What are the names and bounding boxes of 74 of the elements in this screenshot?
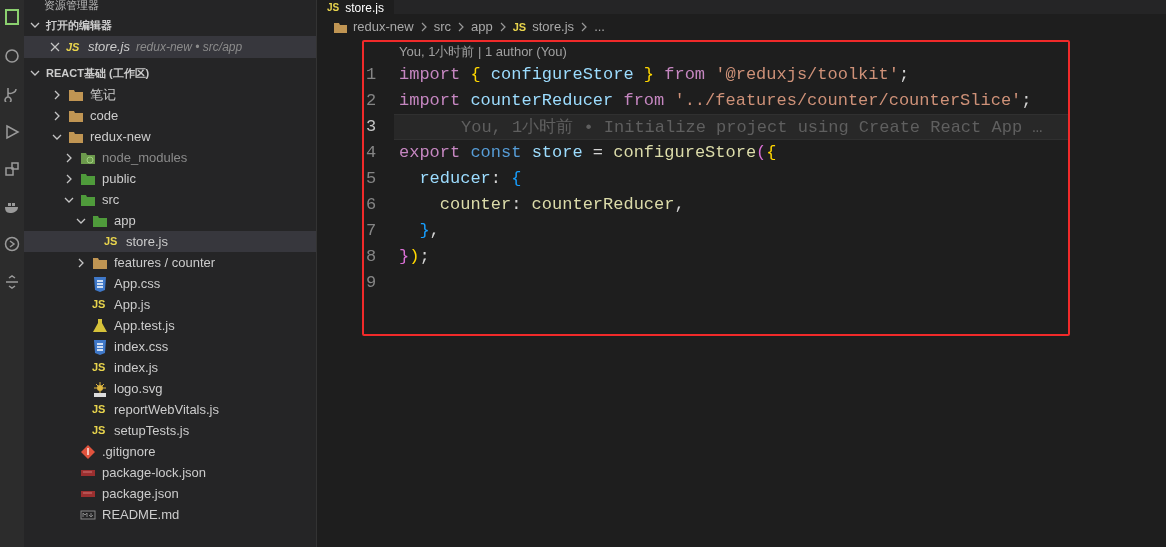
tree-item[interactable]: redux-new xyxy=(24,126,316,147)
tree-item[interactable]: app xyxy=(24,210,316,231)
js-file-icon: JS xyxy=(92,359,108,376)
tree-item[interactable]: index.css xyxy=(24,336,316,357)
line-number: 6 xyxy=(365,194,378,217)
code-line: }); xyxy=(399,247,430,266)
css-file-icon xyxy=(92,275,108,292)
folder-icon xyxy=(333,20,347,34)
code-line: }, xyxy=(418,221,440,240)
code-line: reducer: { xyxy=(418,169,522,188)
breadcrumb[interactable]: ... xyxy=(594,17,605,37)
tree-item[interactable]: package.json xyxy=(24,483,316,504)
sun-icon xyxy=(92,380,108,397)
open-editor-item[interactable]: JS store.js redux-new • src/app xyxy=(24,36,316,58)
css-file-icon xyxy=(92,338,108,355)
tree-item[interactable]: code xyxy=(24,105,316,126)
tree-item[interactable]: JS index.js xyxy=(24,357,316,378)
tree-item[interactable]: README.md xyxy=(24,504,316,525)
js-file-icon: JS xyxy=(92,422,108,439)
js-file-icon: JS xyxy=(327,2,340,14)
tree-item[interactable]: package-lock.json xyxy=(24,462,316,483)
code-line: export const store = configureStore({ xyxy=(399,143,777,162)
line-number: 9 xyxy=(365,272,378,295)
js-file-icon: JS xyxy=(66,38,82,56)
tree-item[interactable]: features / counter xyxy=(24,252,316,273)
line-number: 3 xyxy=(365,116,378,139)
chevron-right-icon xyxy=(457,22,466,32)
file-name: store.js xyxy=(88,38,130,57)
tree-item[interactable]: App.css xyxy=(24,273,316,294)
tree-item[interactable]: JS App.js xyxy=(24,294,316,315)
line-number: 5 xyxy=(365,168,378,191)
source-control-icon[interactable] xyxy=(4,86,20,102)
code-line: counter: counterReducer, xyxy=(438,195,685,214)
line-number: 7 xyxy=(365,220,378,243)
chevron-right-icon xyxy=(580,22,589,32)
search-icon[interactable] xyxy=(4,48,20,64)
tree-item[interactable]: JS setupTests.js xyxy=(24,420,316,441)
tree-item[interactable]: logo.svg xyxy=(24,378,316,399)
file-path: redux-new • src/app xyxy=(135,39,243,56)
line-number: 8 xyxy=(365,246,378,269)
js-file-icon: JS xyxy=(512,18,527,36)
js-file-icon: JS xyxy=(92,296,108,313)
section-header[interactable]: REACT基础 (工作区) xyxy=(24,62,316,84)
run-icon[interactable] xyxy=(4,124,20,140)
close-icon xyxy=(50,42,60,52)
line-number: 4 xyxy=(365,142,378,165)
chevron-right-icon xyxy=(419,22,428,32)
extensions-icon[interactable] xyxy=(4,162,20,178)
tree-item[interactable]: JS reportWebVitals.js xyxy=(24,399,316,420)
tree-item[interactable]: 笔记 xyxy=(24,84,316,105)
tree-item[interactable]: JS store.js xyxy=(24,231,316,252)
editor-tab[interactable]: JS store.js xyxy=(317,0,394,14)
js-file-icon: JS xyxy=(104,233,120,250)
tree-item[interactable]: node_modules xyxy=(24,147,316,168)
js-file-icon: JS xyxy=(92,401,108,418)
breadcrumb[interactable]: src xyxy=(433,17,452,37)
code-line: import counterReducer from '../features/counter/counterSlice'; xyxy=(399,91,1032,110)
chevron-right-icon xyxy=(498,22,507,32)
git-icon xyxy=(80,443,96,460)
tree-item[interactable]: public xyxy=(24,168,316,189)
tree-item[interactable]: .gitignore xyxy=(24,441,316,462)
section-header[interactable]: 打开的编辑器 xyxy=(24,14,316,36)
tree-item[interactable]: src xyxy=(24,189,316,210)
breadcrumb[interactable]: redux-new xyxy=(353,17,414,37)
code-line: import { configureStore } from '@reduxjs/toolkit'; xyxy=(399,65,910,84)
blame-annotation[interactable]: You, 1小时前 | 1 author (You) xyxy=(364,42,1068,62)
breadcrumb[interactable]: app xyxy=(471,17,493,37)
line-number: 2 xyxy=(365,90,378,113)
breadcrumb[interactable]: store.js xyxy=(532,17,575,37)
files-icon[interactable] xyxy=(4,8,20,26)
line-number: 1 xyxy=(365,64,378,87)
explorer-title: 资源管理器 xyxy=(43,0,100,10)
tree-item[interactable]: App.test.js xyxy=(24,315,316,336)
flask-icon xyxy=(92,317,108,334)
